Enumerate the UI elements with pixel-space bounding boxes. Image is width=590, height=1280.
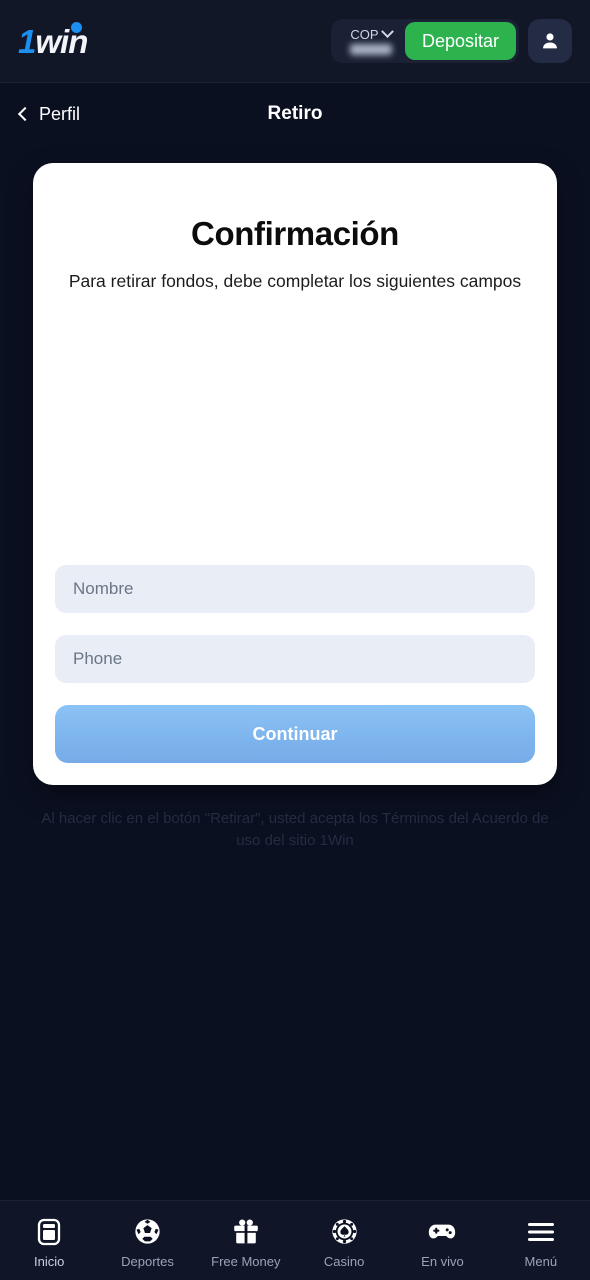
soccer-ball-icon: [132, 1217, 162, 1247]
chevron-down-icon: [380, 24, 394, 38]
hamburger-menu-icon: [526, 1217, 556, 1247]
brand-logo[interactable]: 1 win: [18, 21, 114, 61]
app-screen: 1 win COP 0.00 Depositar: [0, 0, 590, 1280]
balance-amount: 0.00: [349, 43, 392, 55]
home-phone-icon: [34, 1217, 64, 1247]
back-label: Perfil: [39, 103, 81, 124]
page-subnav: Perfil Retiro: [0, 84, 590, 144]
nav-item-casino[interactable]: Casino: [295, 1201, 393, 1280]
deposit-button[interactable]: Depositar: [404, 22, 516, 60]
profile-button[interactable]: [528, 19, 572, 63]
user-icon: [543, 33, 557, 49]
gift-icon: [231, 1217, 261, 1247]
nav-label-deportes: Deportes: [121, 1253, 174, 1269]
nav-label-inicio: Inicio: [33, 1253, 65, 1269]
continue-button[interactable]: Continuar: [55, 705, 535, 763]
nav-item-inicio[interactable]: Inicio: [0, 1201, 98, 1280]
nombre-input[interactable]: [55, 565, 535, 613]
gamepad-icon: [427, 1217, 457, 1247]
terms-disclaimer: Al hacer clic en el botón "Retirar", ust…: [41, 810, 549, 849]
withdrawal-confirmation-card: Confirmación Para retirar fondos, debe c…: [33, 163, 557, 785]
app-header: 1 win COP 0.00 Depositar: [0, 0, 590, 83]
nav-label-free-money: Free Money: [211, 1253, 281, 1269]
confirmation-form: Continuar: [55, 565, 535, 785]
currency-selector[interactable]: COP 0.00: [343, 24, 405, 55]
nav-label-en-vivo: En vivo: [421, 1253, 464, 1269]
chevron-left-icon: [17, 106, 33, 122]
casino-chip-icon: [329, 1217, 359, 1247]
page-title: Retiro: [267, 103, 323, 124]
currency-row: COP: [350, 24, 394, 42]
nav-item-free-money[interactable]: Free Money: [197, 1201, 295, 1280]
back-to-profile-link[interactable]: Perfil: [17, 103, 81, 125]
bottom-navigation: Inicio Deportes Free Money Casino En viv…: [0, 1200, 590, 1280]
nav-label-casino: Casino: [323, 1253, 365, 1269]
logo-text-one: 1: [18, 22, 36, 60]
balance-pill: COP 0.00 Depositar: [330, 19, 519, 63]
nav-item-deportes[interactable]: Deportes: [98, 1201, 196, 1280]
nav-label-menu: Menú: [524, 1253, 558, 1269]
card-subtitle: Para retirar fondos, debe completar los …: [68, 271, 522, 291]
header-actions: COP 0.00 Depositar: [330, 19, 572, 63]
card-title: Confirmación: [191, 215, 399, 252]
currency-code: COP: [350, 26, 379, 42]
phone-input[interactable]: [55, 635, 535, 683]
nav-item-menu[interactable]: Menú: [492, 1201, 590, 1280]
logo-dot-icon: [71, 22, 82, 33]
nav-item-en-vivo[interactable]: En vivo: [393, 1201, 491, 1280]
